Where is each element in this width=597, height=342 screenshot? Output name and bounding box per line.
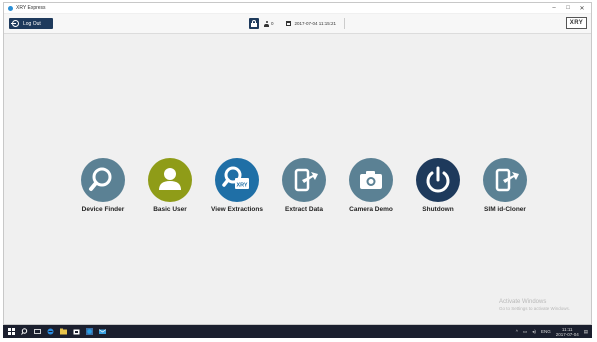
- tile-shutdown[interactable]: Shutdown: [403, 158, 473, 213]
- basic-user-circle[interactable]: [148, 158, 192, 202]
- xry-app-icon[interactable]: [86, 328, 93, 335]
- tile-label: Shutdown: [422, 206, 454, 213]
- phone-export-icon: [294, 168, 318, 192]
- search-icon: [89, 167, 112, 191]
- tile-label: SIM id-Cloner: [484, 206, 526, 213]
- view-extractions-circle[interactable]: XRY: [215, 158, 259, 202]
- tile-grid: Device Finder Basic User XRY View Extrac…: [4, 3, 591, 324]
- app-window: XRY Express – □ ✕ Log Out 0 2017-07-04 1…: [3, 2, 592, 325]
- extract-data-circle[interactable]: [282, 158, 326, 202]
- notification-icon[interactable]: ▤: [584, 329, 588, 335]
- activation-watermark: Activate Windows Go to Settings to activ…: [499, 299, 570, 311]
- tile-basic-user[interactable]: Basic User: [135, 158, 205, 213]
- clock-date: 2017-07-04: [555, 331, 579, 337]
- tile-label: Device Finder: [81, 206, 125, 213]
- tile-label: Basic User: [153, 206, 187, 213]
- windows-start-icon[interactable]: [8, 328, 15, 335]
- camera-icon: [360, 171, 382, 189]
- language-indicator[interactable]: ENG: [541, 329, 551, 334]
- tile-device-finder[interactable]: Device Finder: [68, 158, 138, 213]
- file-explorer-icon[interactable]: [60, 328, 67, 335]
- taskbar: ^ ▭ ◂) ENG 11:11 2017-07-04 ▤: [3, 325, 592, 338]
- phone-export-icon: [495, 168, 519, 192]
- volume-icon[interactable]: ◂): [532, 329, 536, 335]
- chevron-up-icon[interactable]: ^: [516, 329, 518, 334]
- task-view-icon[interactable]: [34, 328, 41, 335]
- search-icon[interactable]: [21, 328, 28, 335]
- shutdown-circle[interactable]: [416, 158, 460, 202]
- power-icon: [426, 166, 450, 193]
- camera-demo-circle[interactable]: [349, 158, 393, 202]
- mail-icon[interactable]: [99, 328, 106, 335]
- search-xry-icon: XRY: [222, 166, 249, 189]
- system-tray: ^ ▭ ◂) ENG 11:11 2017-07-04 ▤: [511, 325, 588, 338]
- clock[interactable]: 11:11 2017-07-04: [556, 327, 579, 337]
- tile-label: Camera Demo: [349, 206, 393, 213]
- tile-extract-data[interactable]: Extract Data: [269, 158, 339, 213]
- xry-badge: XRY: [236, 183, 247, 189]
- tile-view-extractions[interactable]: XRY View Extractions: [202, 158, 272, 213]
- watermark-subtitle: Go to Settings to activate Windows.: [499, 306, 571, 311]
- tile-label: View Extractions: [211, 206, 263, 213]
- tile-label: Extract Data: [285, 206, 323, 213]
- tile-camera-demo[interactable]: Camera Demo: [336, 158, 406, 213]
- sim-id-cloner-circle[interactable]: [483, 158, 527, 202]
- watermark-title: Activate Windows: [499, 299, 547, 305]
- tile-sim-id-cloner[interactable]: SIM id-Cloner: [470, 158, 540, 213]
- device-finder-circle[interactable]: [81, 158, 125, 202]
- user-icon: [159, 168, 181, 190]
- network-icon[interactable]: ▭: [523, 329, 527, 335]
- edge-browser-icon[interactable]: [47, 328, 54, 335]
- store-icon[interactable]: [73, 328, 80, 335]
